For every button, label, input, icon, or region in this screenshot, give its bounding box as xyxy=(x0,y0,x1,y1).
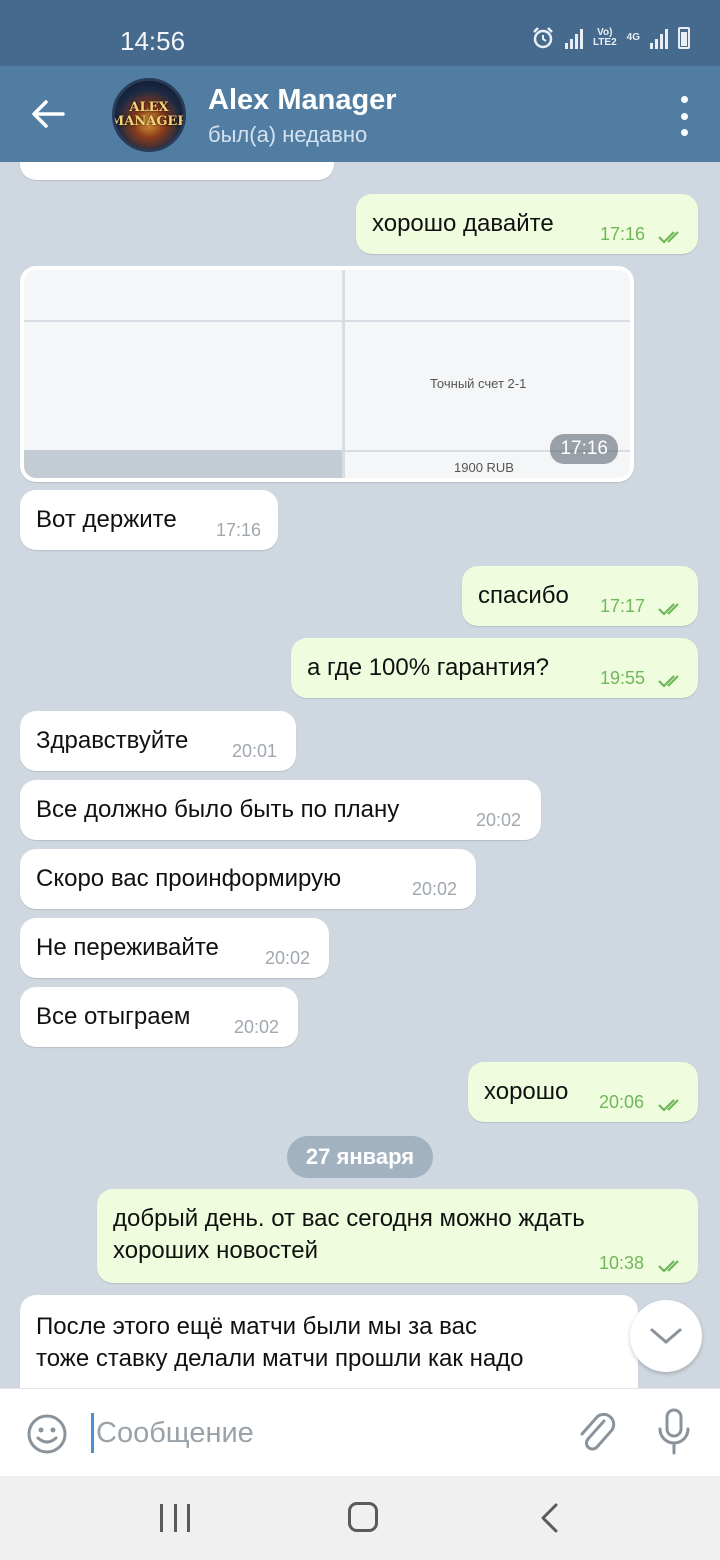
message-time: 10:38 xyxy=(599,1253,645,1273)
message-time: 20:02 xyxy=(234,1017,280,1037)
message-bubble[interactable]: Здравствуйте 20:01 xyxy=(20,711,296,771)
message-text: а где 100% гарантия? xyxy=(307,654,550,681)
message-list[interactable]: хорошо давайте 17:16 Точный счет 2-1 190… xyxy=(0,162,720,1388)
volte-label: Vo) LTE2 xyxy=(592,27,617,48)
paperclip-icon[interactable] xyxy=(574,1409,618,1457)
message-time: 17:16 xyxy=(600,224,646,244)
signal-icon-2 xyxy=(650,27,668,49)
android-nav-bar xyxy=(0,1476,720,1560)
signal-icon xyxy=(564,27,583,49)
message-text: спасибо xyxy=(478,582,569,609)
back-button[interactable] xyxy=(22,90,74,138)
double-check-icon xyxy=(658,231,679,244)
message-composer xyxy=(0,1388,720,1476)
chat-header: ALEX MANAGER Alex Manager был(а) недавно xyxy=(0,66,720,162)
message-bubble[interactable]: Вот держите 17:16 xyxy=(20,490,278,550)
message-text: хорошо давайте xyxy=(372,210,554,237)
message-bubble[interactable]: а где 100% гарантия? 19:55 xyxy=(291,638,698,698)
message-text: Скоро вас проинформирую xyxy=(36,865,342,892)
network-label: 4G xyxy=(626,32,640,43)
double-check-icon xyxy=(658,603,679,616)
message-time: 17:17 xyxy=(600,596,646,616)
message-text: хорошо xyxy=(484,1078,569,1105)
arrow-left-icon xyxy=(32,100,65,128)
double-check-icon xyxy=(658,1260,679,1273)
message-bubble[interactable]: спасибо 17:17 xyxy=(462,566,698,626)
photo-message[interactable]: Точный счет 2-1 1900 RUB 17:16 xyxy=(20,266,634,482)
message-bubble[interactable]: Все должно было быть по плану 20:02 xyxy=(20,780,541,840)
scroll-down-button[interactable] xyxy=(630,1300,702,1372)
battery-icon xyxy=(678,27,690,49)
message-bubble[interactable]: Не переживайте 20:02 xyxy=(20,918,329,978)
message-bubble[interactable]: После этого ещё матчи были мы за вас тож… xyxy=(20,1295,638,1388)
more-menu-button[interactable] xyxy=(674,96,694,136)
message-time: 20:02 xyxy=(476,810,522,830)
date-separator: 27 января xyxy=(287,1136,433,1178)
photo-cell-text: 1900 RUB xyxy=(454,460,514,475)
message-bubble[interactable]: хорошо давайте 17:16 xyxy=(356,194,698,254)
message-time: 20:01 xyxy=(232,741,278,761)
message-time: 19:55 xyxy=(600,668,646,688)
message-time: 20:02 xyxy=(412,879,458,899)
double-check-icon xyxy=(658,675,679,688)
message-time: 20:06 xyxy=(599,1092,645,1112)
message-text: Все отыграем xyxy=(36,1003,191,1030)
text-caret xyxy=(91,1413,94,1453)
status-bar: 14:56 Vo) LTE2 4G xyxy=(0,0,720,66)
avatar[interactable]: ALEX MANAGER xyxy=(112,78,186,152)
nav-back-icon[interactable] xyxy=(538,1502,562,1534)
message-bubble[interactable]: добрый день. от вас сегодня можно ждать … xyxy=(97,1189,698,1283)
photo-cell-text: Точный счет 2-1 xyxy=(430,376,527,391)
chat-status: был(а) недавно xyxy=(208,122,368,147)
message-text: Вот держите xyxy=(36,506,177,533)
alarm-icon xyxy=(533,27,553,49)
emoji-icon[interactable] xyxy=(26,1413,68,1455)
status-time: 14:56 xyxy=(120,26,186,56)
home-button[interactable] xyxy=(348,1502,378,1532)
message-bubble[interactable]: Скоро вас проинформирую 20:02 xyxy=(20,849,476,909)
message-text-line: После этого ещё матчи были мы за вас xyxy=(36,1313,477,1340)
photo-time: 17:16 xyxy=(550,434,618,464)
message-bubble[interactable]: Все отыграем 20:02 xyxy=(20,987,298,1047)
microphone-icon[interactable] xyxy=(656,1407,692,1457)
message-bubble[interactable]: хорошо 20:06 xyxy=(468,1062,698,1122)
message-time: 20:02 xyxy=(265,948,311,968)
chevron-down-icon xyxy=(650,1328,682,1344)
double-check-icon xyxy=(658,1099,679,1112)
chat-title[interactable]: Alex Manager xyxy=(208,84,397,117)
photo-image[interactable]: Точный счет 2-1 1900 RUB 17:16 xyxy=(24,270,630,478)
message-text-line: тоже ставку делали матчи прошли как надо xyxy=(36,1345,524,1372)
message-bubble-partial[interactable] xyxy=(20,162,334,180)
message-text: Здравствуйте xyxy=(36,727,189,754)
message-text-line: хороших новостей xyxy=(113,1237,319,1264)
message-time: 17:16 xyxy=(216,520,262,540)
avatar-text: ALEX MANAGER xyxy=(112,100,186,129)
message-text-line: добрый день. от вас сегодня можно ждать xyxy=(113,1205,585,1232)
message-text: Не переживайте xyxy=(36,934,219,961)
recent-apps-button[interactable] xyxy=(160,1504,190,1532)
status-icons: Vo) LTE2 4G xyxy=(531,26,690,50)
message-text: Все должно было быть по плану xyxy=(36,796,400,823)
message-input[interactable] xyxy=(96,1413,536,1453)
